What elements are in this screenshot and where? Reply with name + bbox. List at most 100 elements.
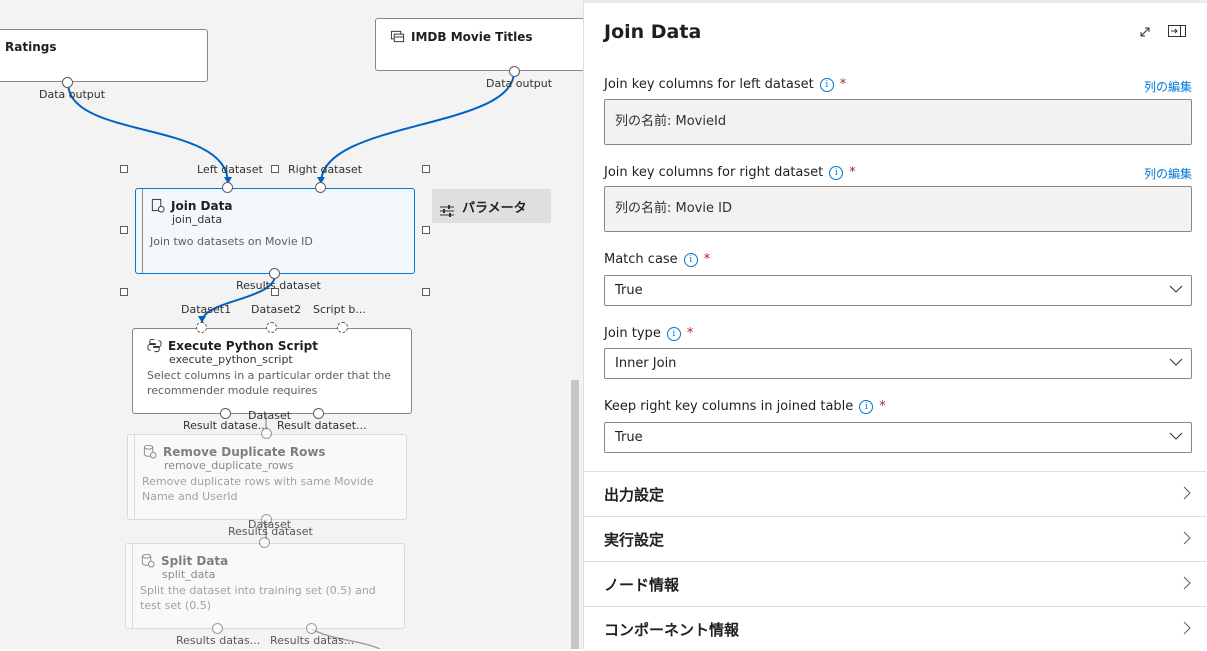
required-marker: *	[703, 252, 711, 267]
dock-panel-icon[interactable]	[1166, 21, 1188, 41]
node-split-data[interactable]: Split Data split_data Split the dataset …	[125, 543, 405, 629]
node-join-data[interactable]: Join Data join_data Join two datasets on…	[135, 188, 415, 274]
node-description: Select columns in a particular order tha…	[147, 369, 392, 397]
left-key-columns-value[interactable]: 列の名前: MovieId	[604, 99, 1192, 145]
edit-right-columns-link[interactable]: 列の編集	[1144, 165, 1192, 182]
chevron-right-icon	[1183, 531, 1191, 545]
module-icon	[143, 444, 157, 459]
port-label: Results datas...	[176, 634, 261, 647]
node-subtitle: execute_python_script	[169, 353, 293, 366]
chevron-right-icon	[1183, 486, 1191, 500]
port-split-input[interactable]	[259, 537, 270, 548]
port-label: Dataset	[248, 409, 292, 422]
dataset-icon	[390, 30, 405, 43]
node-title: IMDB Movie Titles	[411, 29, 533, 44]
selection-handle[interactable]	[120, 226, 128, 234]
pipeline-canvas[interactable]: Ratings Data output IMDB Movie Titles Da…	[0, 0, 583, 649]
canvas-scrollbar[interactable]	[571, 380, 579, 649]
module-icon	[141, 553, 155, 568]
node-remove-duplicate-rows[interactable]: Remove Duplicate Rows remove_duplicate_r…	[127, 434, 407, 520]
join-type-label: Join type i *	[604, 326, 694, 341]
expand-icon[interactable]	[1134, 21, 1156, 41]
selection-handle[interactable]	[120, 288, 128, 296]
port-split-output1[interactable]	[212, 623, 223, 634]
port-python-result2[interactable]	[313, 408, 324, 419]
chevron-down-icon	[1169, 432, 1183, 440]
port-label: Dataset2	[251, 303, 302, 316]
sliders-icon	[440, 205, 454, 217]
section-component-info[interactable]: コンポーネント情報	[584, 606, 1206, 651]
port-join-right-input[interactable]	[315, 182, 326, 193]
info-icon[interactable]: i	[819, 77, 834, 92]
port-ratings-output[interactable]	[62, 77, 73, 88]
match-case-label: Match case i *	[604, 252, 711, 267]
selection-handle[interactable]	[271, 165, 279, 173]
info-icon[interactable]: i	[683, 252, 698, 267]
module-icon	[151, 198, 165, 213]
chevron-down-icon	[1169, 358, 1183, 366]
dropdown-value: True	[615, 283, 643, 298]
node-description: Remove duplicate rows with same Movide N…	[142, 475, 374, 503]
properties-panel: Join Data Join key columns for left data…	[583, 0, 1207, 649]
node-title: Ratings	[5, 40, 57, 54]
info-icon[interactable]: i	[829, 165, 844, 180]
port-python-script-bundle[interactable]	[337, 322, 348, 333]
panel-title: Join Data	[604, 21, 702, 43]
node-ratings[interactable]: Ratings	[0, 29, 208, 82]
port-python-result1[interactable]	[220, 408, 231, 419]
section-run-settings[interactable]: 実行設定	[584, 516, 1206, 561]
chevron-right-icon	[1183, 621, 1191, 635]
port-split-output2[interactable]	[306, 623, 317, 634]
port-python-dataset2[interactable]	[266, 322, 277, 333]
port-join-output[interactable]	[269, 268, 280, 279]
section-output-settings[interactable]: 出力設定	[584, 471, 1206, 516]
port-label: Results dataset	[236, 279, 321, 292]
dropdown-value: Inner Join	[615, 356, 677, 371]
right-key-columns-value[interactable]: 列の名前: Movie ID	[604, 186, 1192, 232]
required-marker: *	[839, 77, 847, 92]
port-label: Data output	[39, 88, 106, 101]
selection-handle[interactable]	[120, 165, 128, 173]
match-case-dropdown[interactable]: True	[604, 275, 1192, 306]
selection-handle[interactable]	[422, 288, 430, 296]
node-description: Join two datasets on Movie ID	[150, 235, 313, 248]
node-execute-python-script[interactable]: Execute Python Script execute_python_scr…	[132, 328, 412, 414]
keep-right-key-label: Keep right key columns in joined table i…	[604, 399, 886, 414]
port-label: Data output	[486, 77, 553, 90]
left-key-label: Join key columns for left dataset i *	[604, 77, 847, 92]
parameters-button-label: パラメータ	[462, 200, 527, 216]
node-description: Split the dataset into training set (0.5…	[140, 584, 376, 612]
node-imdb-movie-titles[interactable]: IMDB Movie Titles	[375, 18, 583, 71]
info-icon[interactable]: i	[859, 399, 874, 414]
port-label: Dataset	[248, 518, 292, 531]
chevron-right-icon	[1183, 576, 1191, 590]
required-marker: *	[686, 326, 694, 341]
info-icon[interactable]: i	[666, 326, 681, 341]
port-label: Left dataset	[197, 163, 263, 176]
join-type-dropdown[interactable]: Inner Join	[604, 348, 1192, 379]
node-title: Execute Python Script	[168, 338, 318, 353]
dropdown-value: True	[615, 430, 643, 445]
node-title: Join Data	[171, 198, 233, 213]
python-icon	[147, 338, 162, 353]
port-label: Dataset1	[181, 303, 232, 316]
port-label: Results datas...	[270, 634, 355, 647]
parameters-button[interactable]: パラメータ	[432, 189, 551, 223]
required-marker: *	[849, 165, 856, 180]
chevron-down-icon	[1169, 285, 1183, 293]
port-dedup-input[interactable]	[261, 428, 272, 439]
keep-right-key-dropdown[interactable]: True	[604, 422, 1192, 453]
edit-left-columns-link[interactable]: 列の編集	[1144, 78, 1192, 95]
node-subtitle: join_data	[172, 213, 223, 226]
right-key-label: Join key columns for right dataset i *	[604, 165, 856, 180]
section-node-info[interactable]: ノード情報	[584, 561, 1206, 606]
node-title: Remove Duplicate Rows	[163, 444, 326, 459]
port-imdb-output[interactable]	[509, 66, 520, 77]
selection-handle[interactable]	[422, 165, 430, 173]
port-join-left-input[interactable]	[222, 182, 233, 193]
port-python-dataset1[interactable]	[196, 322, 207, 333]
required-marker: *	[879, 399, 886, 414]
node-title: Split Data	[161, 553, 229, 568]
selection-handle[interactable]	[422, 226, 430, 234]
node-subtitle: split_data	[162, 568, 216, 581]
